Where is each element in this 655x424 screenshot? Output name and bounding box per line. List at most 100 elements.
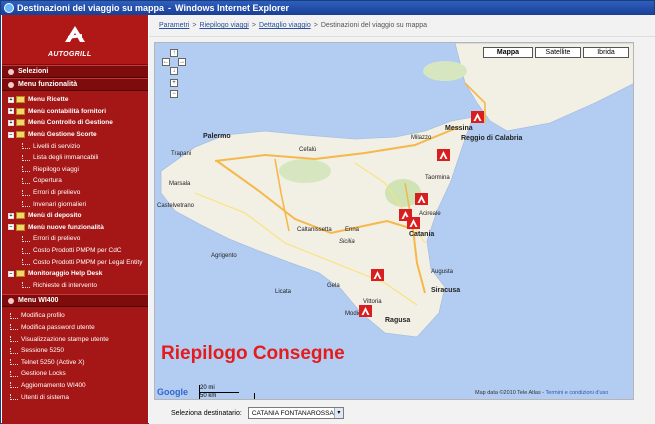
- tree-connector-icon: [10, 394, 18, 401]
- wi400-menu-item[interactable]: Utenti di sistema: [2, 391, 148, 403]
- breadcrumb-dettaglio-viaggio[interactable]: Dettaglio viaggio: [259, 22, 311, 29]
- expand-icon[interactable]: +: [8, 108, 14, 115]
- wi400-menu-item[interactable]: Gestione Locks: [2, 368, 148, 380]
- tree-connector-icon: [22, 189, 30, 196]
- folder-icon: [16, 212, 25, 220]
- delivery-marker-icon[interactable]: [415, 193, 428, 205]
- city-label: Castelvetrano: [157, 203, 195, 209]
- maptype-ibrida-button[interactable]: Ibrida: [583, 47, 629, 58]
- menu-folder-item[interactable]: + Menù contabilità fornitori: [2, 106, 148, 118]
- submenu-item[interactable]: Copertura: [2, 175, 148, 187]
- tree-connector-icon: [22, 177, 30, 184]
- folder-icon: [16, 131, 25, 139]
- menu-folder-item[interactable]: − Monitoraggio Help Desk: [2, 268, 148, 280]
- breadcrumb-riepilogo-viaggi[interactable]: Riepilogo viaggi: [199, 22, 248, 29]
- tree-connector-icon: [22, 143, 30, 150]
- delivery-marker-icon[interactable]: [471, 111, 484, 123]
- map-copyright: Map data ©2010 Tele Atlas - Termini e co…: [475, 390, 609, 396]
- collapse-icon[interactable]: −: [8, 131, 14, 138]
- breadcrumb-parametri[interactable]: Parametri: [159, 22, 189, 29]
- tree-connector-icon: [22, 259, 30, 266]
- selector-label: Seleziona destinatario:: [171, 409, 242, 417]
- maptype-satellite-button[interactable]: Satellite: [535, 47, 581, 58]
- delivery-marker-icon[interactable]: [359, 305, 372, 317]
- destination-selector: Seleziona destinatario: CATANIA FONTANAR…: [149, 403, 655, 423]
- menu-folder-item[interactable]: + Menu Ricette: [2, 94, 148, 106]
- pan-left-icon[interactable]: ←: [162, 58, 170, 66]
- zoom-out-icon[interactable]: −: [170, 90, 178, 98]
- menu-folder-item[interactable]: − Menù Gestione Scorte: [2, 129, 148, 141]
- tree-connector-icon: [22, 201, 30, 208]
- submenu-item[interactable]: Livelli di servizio: [2, 140, 148, 152]
- folder-icon: [16, 270, 25, 278]
- section-menu-funzionalita[interactable]: Menu funzionalità: [2, 78, 148, 91]
- submenu-item[interactable]: Lista degli immancabili: [2, 152, 148, 164]
- destination-select[interactable]: CATANIA FONTANAROSSA ▾: [247, 407, 344, 419]
- city-label: Licata: [275, 289, 292, 295]
- tree-connector-icon: [10, 324, 18, 331]
- city-label: Sicilia: [339, 239, 355, 245]
- city-label: Agrigento: [211, 253, 237, 259]
- tree-connector-icon: [10, 347, 18, 354]
- collapse-icon[interactable]: −: [8, 224, 14, 231]
- menu-folder-item[interactable]: + Menù di deposito: [2, 210, 148, 222]
- collapse-icon[interactable]: −: [8, 270, 14, 277]
- menu-folder-item[interactable]: − Menù nuove funzionalità: [2, 222, 148, 234]
- folder-icon: [16, 107, 25, 115]
- main-content: Parametri > Riepilogo viaggi > Dettaglio…: [149, 15, 655, 424]
- menu-funzionalita-list: + Menu Ricette + Menù contabilità fornitori…: [2, 91, 148, 294]
- city-label: Siracusa: [431, 287, 461, 294]
- city-label: Catania: [409, 231, 435, 238]
- submenu-item[interactable]: Errori di prelievo: [2, 233, 148, 245]
- expand-icon[interactable]: +: [8, 119, 14, 126]
- pan-up-icon[interactable]: ↑: [170, 49, 178, 57]
- tree-connector-icon: [10, 336, 18, 343]
- tree-connector-icon: [10, 370, 18, 377]
- zoom-in-icon[interactable]: +: [170, 79, 178, 87]
- tree-connector-icon: [22, 247, 30, 254]
- bullet-icon: [8, 81, 14, 88]
- expand-icon[interactable]: +: [8, 212, 14, 219]
- wi400-menu-item[interactable]: Modifica password utente: [2, 322, 148, 334]
- submenu-item[interactable]: Riepilogo viaggi: [2, 164, 148, 176]
- city-label: Ragusa: [385, 317, 411, 324]
- delivery-marker-icon[interactable]: [407, 217, 420, 229]
- wi400-menu-item[interactable]: Aggiornamento WI400: [2, 380, 148, 392]
- city-label: Caltanissetta: [297, 227, 332, 233]
- tree-connector-icon: [22, 154, 30, 161]
- browser-window: Destinazioni del viaggio su mappa - Wind…: [0, 0, 655, 424]
- tree-connector-icon: [10, 359, 18, 366]
- section-menu-wi400[interactable]: Menu WI400: [2, 294, 148, 308]
- submenu-item[interactable]: Richieste di intervento: [2, 280, 148, 292]
- browser-name: Windows Internet Explorer: [175, 3, 289, 13]
- overlay-title: Riepilogo Consegne: [161, 343, 345, 364]
- autogrill-logo: AUTOGRILL: [2, 15, 148, 65]
- submenu-item[interactable]: Invenari giornalieri: [2, 198, 148, 210]
- bullet-icon: [8, 297, 14, 304]
- city-label: Augusta: [431, 269, 454, 275]
- wi400-menu-item[interactable]: Visualizzazione stampe utente: [2, 333, 148, 345]
- submenu-item[interactable]: Costo Prodotti PMPM per Legal Entity: [2, 256, 148, 268]
- maptype-mappa-button[interactable]: Mappa: [483, 47, 533, 58]
- window-title: Destinazioni del viaggio su mappa: [17, 3, 165, 13]
- wi400-menu-item[interactable]: Modifica profilo: [2, 310, 148, 322]
- delivery-marker-icon[interactable]: [371, 269, 384, 281]
- expand-icon[interactable]: +: [8, 96, 14, 103]
- terms-link[interactable]: Termini e condizioni d'uso: [546, 390, 609, 396]
- section-selezioni[interactable]: Selezioni: [2, 65, 148, 78]
- folder-icon: [16, 223, 25, 231]
- menu-folder-item[interactable]: + Menù Controllo di Gestione: [2, 117, 148, 129]
- autogrill-mark-icon: [65, 26, 85, 42]
- pan-down-icon[interactable]: ↓: [170, 67, 178, 75]
- brand-name: AUTOGRILL: [48, 51, 92, 58]
- map-view[interactable]: Mappa Satellite Ibrida ↑ ← → ↓ + − Paler…: [154, 42, 634, 400]
- submenu-item[interactable]: Costo Prodotti PMPM per CdC: [2, 245, 148, 257]
- breadcrumb-current: Destinazioni del viaggio su mappa: [320, 22, 428, 29]
- wi400-menu-item[interactable]: Telnet 5250 (Active X): [2, 356, 148, 368]
- pan-right-icon[interactable]: →: [178, 58, 186, 66]
- city-label: Enna: [345, 227, 360, 233]
- submenu-item[interactable]: Errori di prelievo: [2, 187, 148, 199]
- wi400-menu-item[interactable]: Sessione 5250: [2, 345, 148, 357]
- chevron-down-icon: ▾: [333, 408, 343, 418]
- delivery-marker-icon[interactable]: [437, 149, 450, 161]
